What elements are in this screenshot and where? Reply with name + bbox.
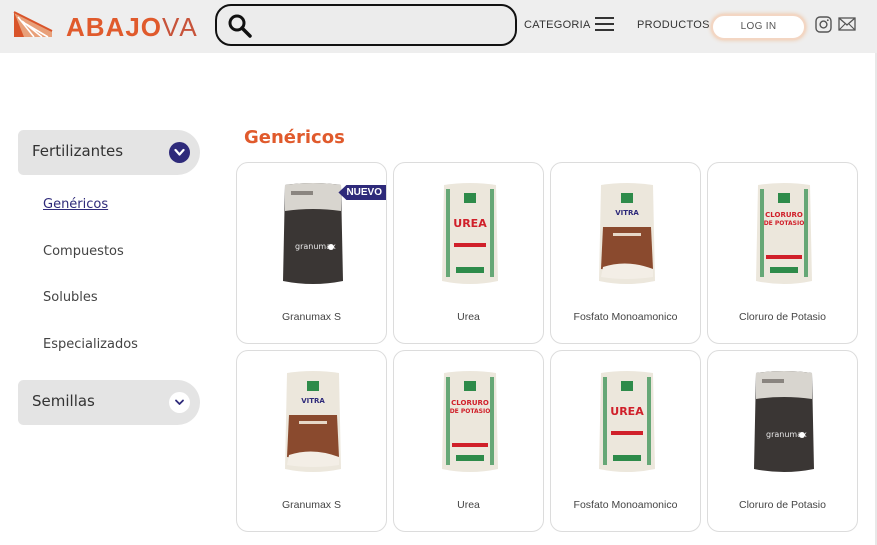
hamburger-menu-icon[interactable] xyxy=(595,17,614,33)
svg-text:UREA: UREA xyxy=(453,217,487,230)
new-badge: NUEVO xyxy=(338,185,386,200)
logo-mark-icon xyxy=(13,11,53,38)
product-name[interactable]: Fosfato Monoamonico xyxy=(551,499,700,511)
product-name[interactable]: Granumax S xyxy=(237,311,386,323)
product-image[interactable]: VITRA xyxy=(281,369,345,475)
sidebar-category-semillas[interactable]: Semillas xyxy=(18,380,200,425)
sidebar-item-solubles[interactable]: Solubles xyxy=(43,290,98,305)
product-name[interactable]: Cloruro de Potasio xyxy=(708,311,857,323)
chevron-down-icon[interactable] xyxy=(169,392,190,413)
product-card[interactable]: CLORURO DE POTASIO Cloruro de Potasio xyxy=(707,162,858,344)
page-title: Genéricos xyxy=(244,127,345,148)
product-name[interactable]: Urea xyxy=(394,311,543,323)
mail-icon[interactable] xyxy=(838,17,856,31)
top-header: ABAJOVA CATEGORIA PRODUCTOS LOG IN xyxy=(0,0,877,53)
search-input[interactable] xyxy=(215,4,517,46)
chevron-down-icon[interactable] xyxy=(169,142,190,163)
product-card[interactable]: VITRA Fosfato Monoamonico xyxy=(550,162,701,344)
sidebar-item-compuestos[interactable]: Compuestos xyxy=(43,244,124,259)
svg-text:UREA: UREA xyxy=(610,405,644,418)
product-card[interactable]: UREA Urea xyxy=(393,162,544,344)
product-card[interactable]: CLORURO DE POTASIO Urea xyxy=(393,350,544,532)
svg-text:VITRA: VITRA xyxy=(301,397,325,405)
sidebar-item-especializados[interactable]: Especializados xyxy=(43,337,138,352)
product-image[interactable]: VITRA xyxy=(595,181,659,287)
svg-text:CLORURO: CLORURO xyxy=(451,399,489,407)
svg-text:VITRA: VITRA xyxy=(615,209,639,217)
nav-productos-link[interactable]: PRODUCTOS xyxy=(637,19,710,31)
product-image[interactable]: granumax xyxy=(752,369,816,475)
svg-text:DE POTASIO: DE POTASIO xyxy=(764,220,805,227)
svg-text:DE POTASIO: DE POTASIO xyxy=(450,408,491,415)
product-card[interactable]: UREA Fosfato Monoamonico xyxy=(550,350,701,532)
instagram-icon[interactable] xyxy=(815,16,832,33)
search-icon xyxy=(228,14,252,38)
logo[interactable]: ABAJOVA xyxy=(12,8,202,44)
sidebar-category-fertilizantes[interactable]: Fertilizantes xyxy=(18,130,200,175)
sidebar-category-label: Fertilizantes xyxy=(32,142,124,160)
sidebar-category-label: Semillas xyxy=(32,392,95,410)
svg-text:CLORURO: CLORURO xyxy=(765,211,803,219)
product-card[interactable]: granumax Cloruro de Potasio xyxy=(707,350,858,532)
logo-text: ABAJOVA xyxy=(66,12,199,42)
product-card[interactable]: VITRA Granumax S xyxy=(236,350,387,532)
sidebar-item-genericos[interactable]: Genéricos xyxy=(43,197,108,212)
product-name[interactable]: Fosfato Monoamonico xyxy=(551,311,700,323)
product-name[interactable]: Urea xyxy=(394,499,543,511)
product-name[interactable]: Cloruro de Potasio xyxy=(708,499,857,511)
nav-categoria-link[interactable]: CATEGORIA xyxy=(524,19,591,31)
product-image[interactable]: CLORURO DE POTASIO xyxy=(438,369,502,475)
product-card[interactable]: granumax NUEVO Granumax S xyxy=(236,162,387,344)
product-image[interactable]: granumax xyxy=(281,181,345,287)
product-image[interactable]: UREA xyxy=(595,369,659,475)
product-name[interactable]: Granumax S xyxy=(237,499,386,511)
login-button[interactable]: LOG IN xyxy=(711,14,806,40)
product-image[interactable]: UREA xyxy=(438,181,502,287)
product-image[interactable]: CLORURO DE POTASIO xyxy=(752,181,816,287)
